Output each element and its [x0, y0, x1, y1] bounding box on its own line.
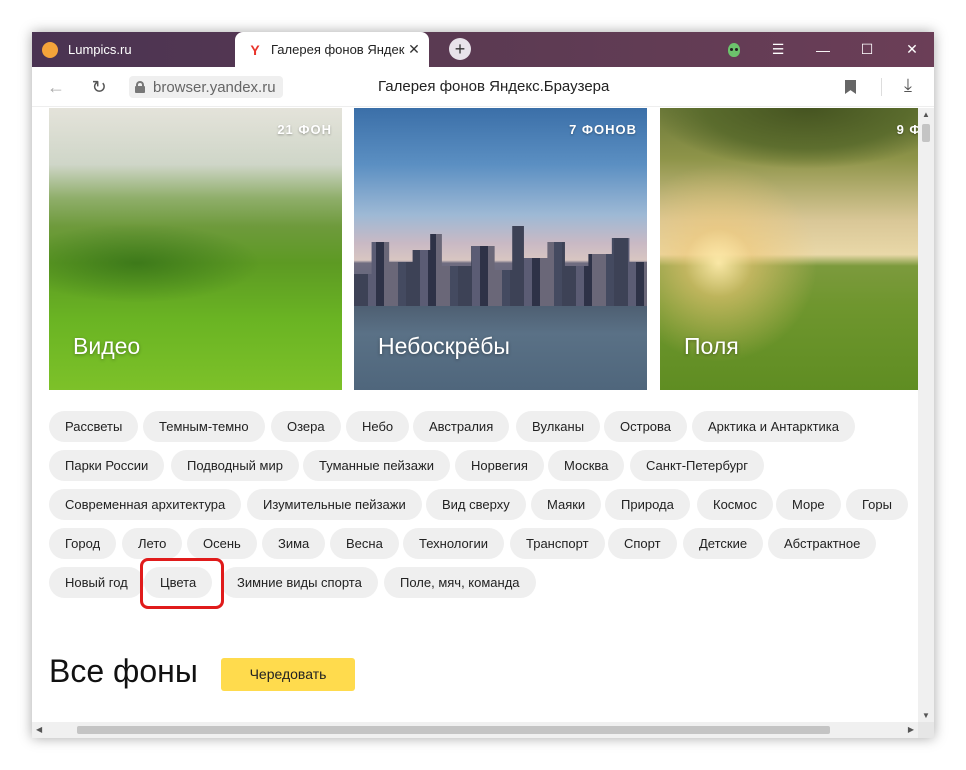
- horizontal-scroll-thumb[interactable]: [77, 726, 830, 734]
- tag-chip[interactable]: Современная архитектура: [49, 489, 242, 520]
- tab-strip: Lumpics.ru Y Галерея фонов Яндекс.Браузе…: [32, 32, 934, 67]
- card-count: 9 ФОН: [896, 122, 918, 137]
- tag-chip[interactable]: Природа: [605, 489, 690, 520]
- tag-chip[interactable]: Поле, мяч, команда: [384, 567, 536, 598]
- close-window-button[interactable]: ✕: [890, 32, 934, 67]
- vertical-scrollbar[interactable]: ▲ ▼: [918, 108, 934, 722]
- shuffle-button[interactable]: Чередовать: [221, 658, 355, 691]
- tab-lumpics[interactable]: Lumpics.ru: [32, 32, 232, 67]
- skyline-image: [354, 226, 647, 306]
- url-domain-pill[interactable]: browser.yandex.ru: [129, 76, 283, 98]
- scroll-left-icon[interactable]: ◀: [36, 722, 42, 738]
- tag-chip[interactable]: Парки России: [49, 450, 165, 481]
- tag-chip[interactable]: Изумительные пейзажи: [247, 489, 422, 520]
- new-tab-button[interactable]: +: [449, 38, 471, 60]
- card-name: Небоскрёбы: [378, 333, 510, 359]
- scroll-up-icon[interactable]: ▲: [918, 110, 934, 119]
- tag-chip[interactable]: Море: [776, 489, 841, 520]
- minimize-button[interactable]: —: [801, 32, 845, 67]
- tag-chip[interactable]: Зима: [262, 528, 326, 559]
- tab-gallery[interactable]: Y Галерея фонов Яндекс.Браузера ✕: [235, 32, 429, 67]
- url-domain: browser.yandex.ru: [153, 78, 276, 96]
- tag-chip[interactable]: Абстрактное: [768, 528, 877, 559]
- gallery-card-skyscrapers[interactable]: 7 ФОНОВ Небоскрёбы: [354, 108, 647, 390]
- maximize-button[interactable]: ☐: [845, 32, 889, 67]
- tab-title: Lumpics.ru: [68, 42, 132, 57]
- tag-chip[interactable]: Озера: [271, 411, 341, 442]
- download-icon[interactable]: ⤓: [904, 75, 912, 96]
- tag-chip[interactable]: Лето: [122, 528, 183, 559]
- tag-chip[interactable]: Подводный мир: [171, 450, 299, 481]
- tag-chip[interactable]: Москва: [548, 450, 625, 481]
- tag-chip[interactable]: Арктика и Антарктика: [692, 411, 856, 442]
- tag-chip[interactable]: Транспорт: [510, 528, 605, 559]
- vertical-scroll-thumb[interactable]: [922, 124, 930, 142]
- back-arrow-icon[interactable]: ←: [42, 73, 70, 101]
- tag-chip[interactable]: Горы: [846, 489, 908, 520]
- toolbar-divider: [881, 78, 882, 96]
- tag-chip[interactable]: Технологии: [403, 528, 505, 559]
- tag-chip[interactable]: Рассветы: [49, 411, 139, 442]
- reload-icon[interactable]: ↻: [85, 73, 113, 101]
- tag-chip[interactable]: Острова: [604, 411, 688, 442]
- tag-chip[interactable]: Вид сверху: [426, 489, 526, 520]
- scroll-right-icon[interactable]: ▶: [908, 722, 914, 738]
- tag-chip[interactable]: Детские: [683, 528, 764, 559]
- section-title: Все фоны: [49, 653, 198, 689]
- tree-image: [660, 108, 918, 198]
- tag-chip[interactable]: Осень: [187, 528, 257, 559]
- tag-chip[interactable]: Зимние виды спорта: [221, 567, 378, 598]
- highlight-box: [140, 558, 224, 609]
- horizontal-scrollbar[interactable]: ◀ ▶: [32, 722, 918, 738]
- tag-chip[interactable]: Город: [49, 528, 117, 559]
- tag-chip[interactable]: Маяки: [531, 489, 602, 520]
- tag-chip[interactable]: Космос: [697, 489, 773, 520]
- tag-chip[interactable]: Темным-темно: [143, 411, 265, 442]
- card-count: 21 ФОН: [277, 122, 332, 137]
- tag-chip[interactable]: Весна: [330, 528, 399, 559]
- tag-chip[interactable]: Новый год: [49, 567, 144, 598]
- page-content: 21 ФОН Видео 7 ФОНОВ Небоскрёбы 9 ФОН По…: [32, 108, 918, 722]
- card-name: Видео: [73, 333, 141, 359]
- tab-title: Галерея фонов Яндекс.Браузера: [271, 42, 405, 57]
- bookmark-icon[interactable]: [845, 80, 856, 94]
- tag-chip[interactable]: Санкт-Петербург: [630, 450, 764, 481]
- browser-window: Lumpics.ru Y Галерея фонов Яндекс.Браузе…: [32, 32, 934, 738]
- yandex-favicon-icon: Y: [250, 41, 260, 58]
- scroll-down-icon[interactable]: ▼: [918, 711, 934, 720]
- scroll-corner: [918, 722, 934, 738]
- address-page-title[interactable]: Галерея фонов Яндекс.Браузера: [378, 78, 609, 95]
- close-tab-icon[interactable]: ✕: [405, 41, 423, 58]
- card-name: Поля: [684, 333, 739, 359]
- gallery-card-video[interactable]: 21 ФОН Видео: [49, 108, 342, 390]
- tag-chip[interactable]: Небо: [346, 411, 410, 442]
- card-count: 7 ФОНОВ: [569, 122, 637, 137]
- address-bar: ← ↻ browser.yandex.ru Галерея фонов Янде…: [32, 67, 934, 107]
- menu-icon[interactable]: ☰: [756, 32, 800, 67]
- lock-icon: [135, 81, 145, 93]
- tag-chip[interactable]: Вулканы: [516, 411, 601, 442]
- tag-chip[interactable]: Туманные пейзажи: [303, 450, 450, 481]
- tag-chip[interactable]: Норвегия: [455, 450, 544, 481]
- tag-chip[interactable]: Австралия: [413, 411, 510, 442]
- tag-chip[interactable]: Спорт: [608, 528, 677, 559]
- extension-alien-icon[interactable]: [712, 32, 756, 67]
- gallery-card-fields[interactable]: 9 ФОН Поля: [660, 108, 918, 390]
- lumpics-favicon-icon: [42, 41, 58, 58]
